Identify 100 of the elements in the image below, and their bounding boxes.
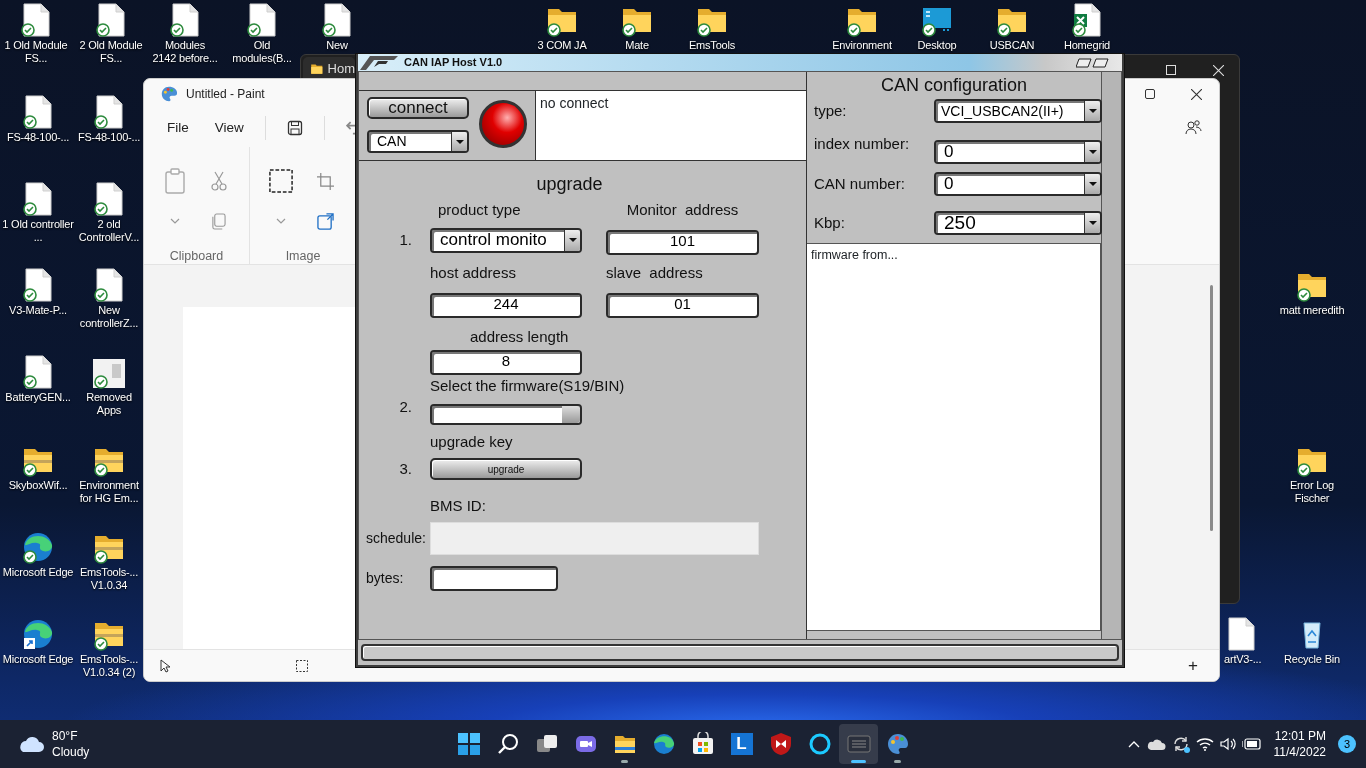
desktop-shortcut[interactable]: 3 COM JA (529, 3, 595, 52)
battery-icon[interactable] (1241, 738, 1262, 750)
desktop-shortcut[interactable]: Removed Apps (76, 355, 142, 417)
temperature: 80°F (52, 728, 79, 744)
scrollbar[interactable] (1210, 285, 1213, 531)
maximize-icon (1145, 89, 1155, 99)
window-title: CAN IAP Host V1.0 (404, 55, 503, 71)
clock-time: 12:01 PM (1273, 728, 1326, 744)
field-label: Select the firmware(S19/BIN) (430, 375, 626, 396)
desktop-shortcut[interactable]: Old modules(B... (229, 3, 295, 65)
volume-icon[interactable] (1219, 737, 1236, 751)
dropdown[interactable]: VCI_USBCAN2(II+) (934, 99, 1102, 123)
desktop-shortcut[interactable]: 2 old ControllerV... (76, 182, 142, 244)
text-field[interactable]: 101 (606, 230, 759, 255)
taskbar-button[interactable] (839, 724, 878, 764)
menu-item[interactable]: File (154, 113, 202, 143)
field-label: type: (813, 101, 848, 121)
shield-icon (768, 732, 793, 756)
field-label: BMS ID: (430, 495, 487, 516)
windows-logo-icon (456, 732, 481, 756)
group-label: Image (285, 248, 321, 265)
desktop-shortcut[interactable]: 1 Old controller ... (2, 182, 74, 244)
dropdown[interactable]: 0 (934, 140, 1102, 164)
field-label: product type (437, 199, 522, 220)
crop-icon[interactable] (316, 172, 334, 190)
dropdown[interactable]: 0 (934, 172, 1102, 196)
text-field[interactable]: 244 (430, 292, 582, 318)
field-label: Kbp: (813, 213, 846, 233)
resize-icon[interactable] (316, 212, 334, 230)
selection-size-icon (296, 659, 308, 672)
desktop-shortcut[interactable]: Microsoft Edge (2, 530, 74, 579)
desktop-shortcut[interactable]: V3-Mate-P... (2, 268, 74, 317)
desktop-shortcut[interactable]: SkyboxWif... (2, 443, 74, 492)
taskbar-button[interactable]: L (722, 724, 761, 764)
text-field[interactable] (430, 565, 558, 591)
maximize-icon (1166, 65, 1176, 75)
desktop-shortcut[interactable]: matt meredith (1279, 268, 1345, 317)
chevron-up-icon[interactable] (1127, 740, 1140, 748)
field-label: host address (430, 262, 517, 283)
desktop-shortcut[interactable]: EmsTools-... V1.0.34 (2) (76, 617, 142, 679)
connect-button[interactable]: connect (367, 97, 469, 119)
dropdown[interactable]: 250 (934, 211, 1102, 235)
section-title: CAN configuration (880, 75, 1028, 95)
desktop-shortcut[interactable]: EmsTools (679, 3, 745, 52)
cloud-icon[interactable] (1145, 737, 1166, 751)
pointer-icon (160, 658, 172, 673)
file-path-field[interactable] (430, 403, 582, 425)
desktop-shortcut[interactable]: FS-48-100-... (2, 95, 74, 144)
caret-icon[interactable] (276, 218, 286, 224)
upgrade-button[interactable]: upgrade (430, 458, 582, 480)
desktop-shortcut[interactable]: Environment for HG Em... (76, 443, 142, 505)
log-output: firmware from... (807, 243, 1101, 631)
desktop-shortcut[interactable]: Modules 2142 before... (152, 3, 218, 65)
desktop-shortcut[interactable]: BatteryGEN... (2, 355, 74, 404)
notification-badge[interactable]: 3 (1338, 735, 1356, 753)
desktop-shortcut[interactable]: Homegrid (1054, 3, 1120, 52)
desktop-shortcut[interactable]: Microsoft Edge (2, 617, 74, 666)
step-number: 2. (399, 397, 413, 417)
menu-item[interactable]: View (201, 113, 257, 143)
field-label: address length (469, 326, 570, 347)
palette-icon (160, 85, 178, 103)
desktop-shortcut[interactable]: Environment (829, 3, 895, 52)
desktop-shortcut[interactable]: Desktop (904, 3, 970, 52)
desktop-shortcut[interactable]: Error Log Fischer (1279, 443, 1345, 505)
zoom-in-button[interactable]: + (1175, 648, 1211, 681)
dropdown[interactable]: CAN (367, 130, 469, 153)
step-number: 3. (399, 458, 413, 479)
desktop-shortcut[interactable]: artV3-... (1224, 617, 1276, 666)
dropdown[interactable]: control monito (430, 227, 582, 253)
save-icon (286, 120, 303, 137)
desktop-shortcut[interactable]: New controllerZ... (76, 268, 142, 330)
desktop-shortcut[interactable]: Mate (604, 3, 670, 52)
caret-icon[interactable] (169, 218, 180, 224)
desktop-shortcut[interactable]: FS-48-100-... (76, 95, 142, 144)
selection-icon[interactable] (269, 169, 293, 193)
window-tab[interactable]: Hom (303, 57, 355, 81)
window-title: Untitled - Paint (186, 86, 265, 103)
desktop-shortcut[interactable]: USBCAN (979, 3, 1045, 52)
store-icon (690, 732, 715, 756)
wifi-icon[interactable] (1195, 737, 1214, 751)
desktop-shortcut[interactable]: EmsTools-... V1.0.34 (76, 530, 142, 592)
text-field[interactable]: 01 (606, 292, 759, 318)
desktop-shortcut[interactable]: Recycle Bin (1279, 617, 1345, 666)
weather-condition: Cloudy (52, 744, 90, 760)
field-label: index number: (813, 134, 911, 154)
sync-icon[interactable] (1171, 735, 1190, 753)
clock-date: 11/4/2022 (1273, 744, 1326, 760)
close-icon (1190, 88, 1202, 100)
desktop-shortcut[interactable]: 1 Old Module FS... (3, 3, 69, 65)
cut-icon[interactable] (210, 171, 227, 191)
scrollbar[interactable] (1102, 72, 1121, 639)
desktop-shortcut[interactable]: 2 Old Module FS... (78, 3, 144, 65)
text-field[interactable]: 8 (430, 350, 582, 375)
field-label: Monitor address (626, 199, 739, 220)
window-buttons-icon[interactable] (1076, 57, 1112, 68)
field-label: schedule: (365, 528, 427, 548)
browser-icon (651, 732, 676, 756)
ring-icon (807, 732, 832, 756)
field-label: slave address (606, 262, 704, 283)
desktop-shortcut[interactable]: New (304, 3, 370, 52)
